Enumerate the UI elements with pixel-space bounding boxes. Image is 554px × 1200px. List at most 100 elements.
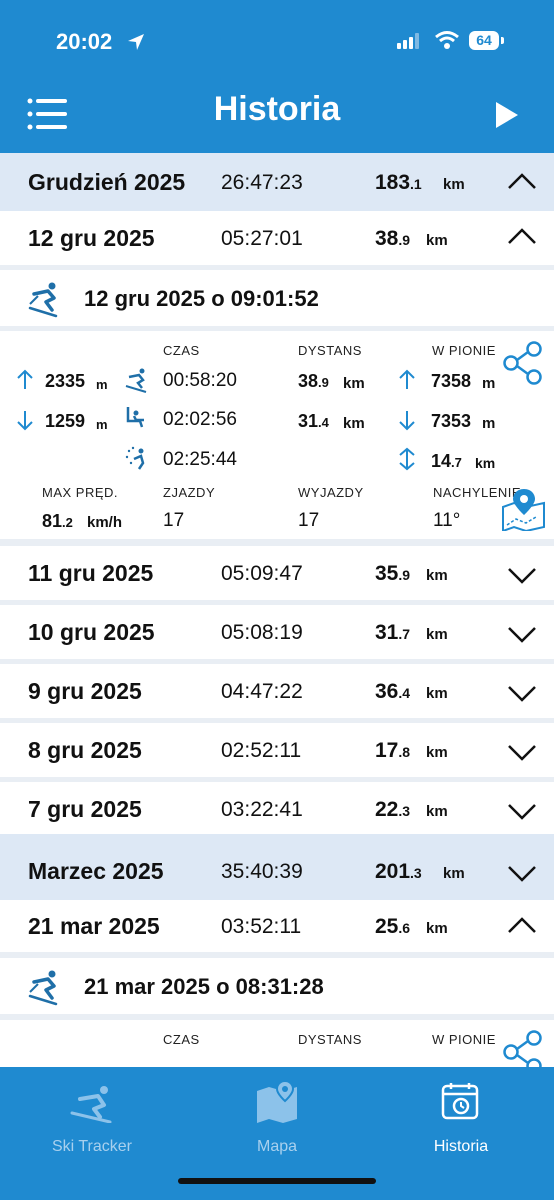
day-date: 9 gru 2025 (28, 678, 142, 704)
caption-max-speed: MAX PRĘD. (42, 485, 119, 500)
chevron-down-icon[interactable] (507, 684, 537, 702)
session-title: 21 mar 2025 o 08:31:28 (84, 974, 324, 999)
chevron-down-icon[interactable] (507, 864, 537, 882)
max-speed-int: 81 (42, 511, 63, 531)
day-distance-dec: .9 (398, 232, 411, 248)
day-date: 21 mar 2025 (28, 913, 160, 939)
share-icon[interactable] (502, 341, 544, 385)
tab-historia[interactable]: Historia (381, 1075, 541, 1165)
map-icon (257, 1079, 297, 1123)
vertical-down-unit: m (482, 415, 496, 432)
day-date: 10 gru 2025 (28, 619, 155, 645)
min-altitude-unit: m (96, 417, 108, 432)
zjazdy-count: 17 (163, 510, 185, 531)
caption-czas: CZAS (163, 1032, 200, 1047)
map-pin-icon[interactable] (500, 487, 548, 531)
day-row[interactable]: 21 mar 2025 03:52:11 25.6 km (0, 900, 554, 952)
battery-tip (501, 37, 504, 44)
day-row[interactable]: 12 gru 2025 05:27:01 38.9 km (0, 211, 554, 265)
month-row-grudzien[interactable]: Grudzień 2025 26:47:23 183.1 km (0, 153, 554, 211)
tab-mapa[interactable]: Mapa (197, 1075, 357, 1165)
ski-distance-dec: .4 (318, 415, 329, 430)
month-distance-dec: .3 (410, 865, 422, 881)
chevron-down-icon[interactable] (507, 625, 537, 643)
chevron-up-icon[interactable] (507, 227, 537, 245)
chevron-down-icon[interactable] (507, 802, 537, 820)
month-row-marzec[interactable]: Marzec 2025 35:40:39 201.3 km (0, 834, 554, 900)
caption-czas: CZAS (163, 343, 200, 358)
day-row[interactable]: 7 gru 2025 03:22:41 22.3 km (0, 782, 554, 834)
session-header[interactable]: 12 gru 2025 o 09:01:52 (0, 270, 554, 326)
day-distance-dec: .9 (398, 567, 411, 583)
day-distance-unit: km (426, 685, 448, 702)
signal-icon (397, 33, 419, 49)
tab-label: Mapa (256, 1138, 298, 1155)
play-icon[interactable] (494, 100, 520, 130)
day-time: 05:09:47 (221, 562, 303, 585)
day-distance-unit: km (426, 626, 448, 643)
tab-bar: Ski Tracker Mapa Historia (0, 1067, 554, 1200)
day-distance-dec: .6 (398, 920, 411, 936)
month-time: 35:40:39 (221, 860, 303, 883)
day-distance-int: 17 (375, 739, 399, 762)
vertical-up-arrow-icon (399, 369, 415, 389)
max-speed-unit: km/h (87, 514, 123, 531)
day-time: 03:52:11 (221, 915, 302, 938)
vertical-diff: 14.7 (431, 451, 462, 472)
day-distance-unit: km (426, 567, 448, 584)
skier-icon (70, 1086, 112, 1123)
chairlift-icon (126, 407, 144, 428)
max-altitude: 2335 (45, 371, 86, 391)
tab-ski-tracker[interactable]: Ski Tracker (12, 1075, 172, 1165)
day-distance-dec: .3 (398, 803, 411, 819)
wyjazdy-count: 17 (298, 510, 320, 531)
day-row[interactable]: 9 gru 2025 04:47:22 36.4 km (0, 664, 554, 718)
month-distance-unit: km (443, 865, 465, 882)
day-date: 12 gru 2025 (28, 225, 155, 251)
page-title: Historia (213, 90, 341, 128)
vertical-diff-dec: .7 (451, 455, 462, 470)
day-time: 04:47:22 (221, 680, 303, 703)
day-distance-dec: .7 (398, 626, 411, 642)
status-time: 20:02 (56, 29, 113, 54)
day-distance-dec: .8 (398, 744, 411, 760)
ski-distance-unit: km (343, 415, 365, 432)
day-distance-int: 25 (375, 915, 399, 938)
day-distance-int: 35 (375, 562, 399, 585)
day-row[interactable]: 11 gru 2025 05:09:47 35.9 km (0, 546, 554, 600)
vertical-down: 7353 (431, 411, 472, 431)
skier-icon (28, 282, 58, 318)
day-distance-int: 36 (375, 680, 399, 703)
chevron-down-icon[interactable] (507, 566, 537, 584)
session-header[interactable]: 21 mar 2025 o 08:31:28 (0, 958, 554, 1014)
time-other: 02:25:44 (163, 449, 237, 470)
skier-icon (28, 970, 58, 1006)
day-date: 11 gru 2025 (28, 560, 154, 586)
chevron-up-icon[interactable] (507, 172, 537, 190)
chevron-up-icon[interactable] (507, 916, 537, 934)
session-title: 12 gru 2025 o 09:01:52 (84, 286, 319, 311)
vertical-diff-icon (399, 447, 415, 471)
day-row[interactable]: 10 gru 2025 05:08:19 31.7 km (0, 605, 554, 659)
day-distance: 25.6 (375, 915, 410, 939)
chevron-down-icon[interactable] (507, 743, 537, 761)
day-distance-unit: km (426, 803, 448, 820)
day-distance-unit: km (426, 744, 448, 761)
tab-label: Ski Tracker (51, 1138, 132, 1155)
vertical-diff-int: 14 (431, 451, 452, 471)
arrow-up-icon (17, 369, 33, 389)
month-label: Grudzień 2025 (28, 169, 186, 195)
max-speed: 81.2 (42, 511, 73, 532)
caption-wyjazdy: WYJAZDY (298, 485, 364, 500)
day-distance: 31.7 (375, 621, 410, 645)
day-date: 8 gru 2025 (28, 737, 142, 763)
max-altitude-unit: m (96, 377, 108, 392)
day-row[interactable]: 8 gru 2025 02:52:11 17.8 km (0, 723, 554, 777)
tab-label: Historia (433, 1138, 489, 1155)
day-time: 03:22:41 (221, 798, 303, 821)
downhill-icon (125, 368, 147, 393)
vertical-down-arrow-icon (399, 411, 415, 431)
month-distance-dec: .1 (410, 176, 422, 192)
day-time: 05:27:01 (221, 227, 303, 250)
total-distance: 38.9 (298, 371, 329, 392)
